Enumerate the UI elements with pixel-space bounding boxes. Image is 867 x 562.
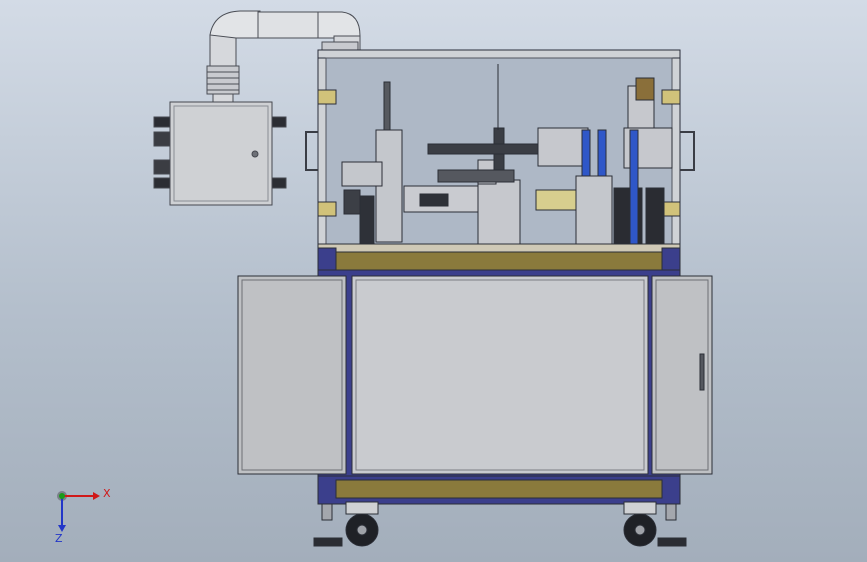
lower-cabinet xyxy=(237,269,713,477)
z-axis-label: Z xyxy=(55,532,63,545)
electrical-box xyxy=(153,101,287,206)
machine-assembly-drawing: X Z xyxy=(55,10,713,547)
x-axis-label: X xyxy=(103,487,111,500)
y-axis-dot xyxy=(59,493,65,499)
cad-viewport[interactable]: X Z xyxy=(0,0,867,562)
base-and-casters xyxy=(313,475,687,547)
orientation-triad: X Z xyxy=(55,487,111,545)
